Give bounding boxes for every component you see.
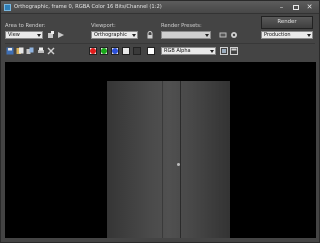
- chevron-down-icon: [307, 34, 311, 37]
- alpha-channel-toggle[interactable]: [122, 47, 130, 55]
- save-image-icon[interactable]: [6, 47, 14, 55]
- render-mode-value: Production: [264, 32, 291, 38]
- clone-window-icon[interactable]: [26, 47, 34, 55]
- clear-icon[interactable]: [47, 47, 55, 55]
- door-seam: [180, 81, 181, 238]
- auto-region-icon[interactable]: [57, 31, 65, 39]
- monochrome-toggle[interactable]: [133, 47, 141, 55]
- viewport-dropdown[interactable]: Orthographic: [91, 31, 138, 39]
- door-handle: [177, 163, 180, 166]
- blue-channel-icon: [112, 48, 118, 54]
- render-button[interactable]: Render: [261, 16, 313, 29]
- blue-channel-toggle[interactable]: [111, 47, 119, 55]
- toolbar-separator: [5, 43, 315, 44]
- chevron-down-icon: [210, 50, 214, 53]
- chevron-down-icon: [37, 34, 41, 37]
- maximize-button[interactable]: [290, 3, 301, 12]
- viewport-label: Viewport:: [91, 23, 116, 29]
- render-frame-window: Orthographic, frame 0, RGBA Color 16 Bit…: [0, 0, 320, 243]
- door-panel-edge: [162, 81, 163, 238]
- display-channel-value: RGB Alpha: [164, 48, 191, 54]
- edit-region-icon[interactable]: [47, 31, 55, 39]
- chevron-down-icon: [132, 34, 136, 37]
- minimize-icon: –: [279, 3, 284, 11]
- render-setup-icon[interactable]: [219, 31, 227, 39]
- green-channel-toggle[interactable]: [100, 47, 108, 55]
- red-channel-icon: [90, 48, 96, 54]
- copy-image-icon[interactable]: [16, 47, 24, 55]
- minimize-button[interactable]: –: [276, 3, 287, 12]
- chevron-down-icon: [205, 34, 209, 37]
- window-title: Orthographic, frame 0, RGBA Color 16 Bit…: [14, 4, 162, 10]
- green-channel-icon: [101, 48, 107, 54]
- red-channel-toggle[interactable]: [89, 47, 97, 55]
- print-icon[interactable]: [37, 47, 45, 55]
- render-mode-dropdown[interactable]: Production: [261, 31, 313, 39]
- toggle-ui-overlays-icon[interactable]: [220, 47, 228, 55]
- gear-icon[interactable]: [230, 31, 238, 39]
- lock-icon[interactable]: [146, 31, 154, 39]
- render-presets-dropdown[interactable]: [161, 31, 211, 39]
- maximize-icon: [292, 5, 299, 10]
- rendered-image-area[interactable]: [5, 62, 316, 238]
- render-presets-label: Render Presets:: [161, 23, 202, 29]
- area-to-render-dropdown[interactable]: View: [5, 31, 43, 39]
- area-to-render-value: View: [8, 32, 20, 38]
- title-bar[interactable]: Orthographic, frame 0, RGBA Color 16 Bit…: [1, 1, 319, 14]
- app-icon: [4, 4, 11, 11]
- toggle-ui-icon[interactable]: [230, 47, 238, 55]
- close-icon: ✕: [306, 3, 313, 11]
- viewport-value: Orthographic: [94, 32, 127, 38]
- area-to-render-label: Area to Render:: [5, 23, 46, 29]
- swatch-color[interactable]: [147, 47, 155, 55]
- close-button[interactable]: ✕: [304, 3, 315, 12]
- display-channel-dropdown[interactable]: RGB Alpha: [161, 47, 216, 55]
- rendered-door-object: [107, 81, 230, 238]
